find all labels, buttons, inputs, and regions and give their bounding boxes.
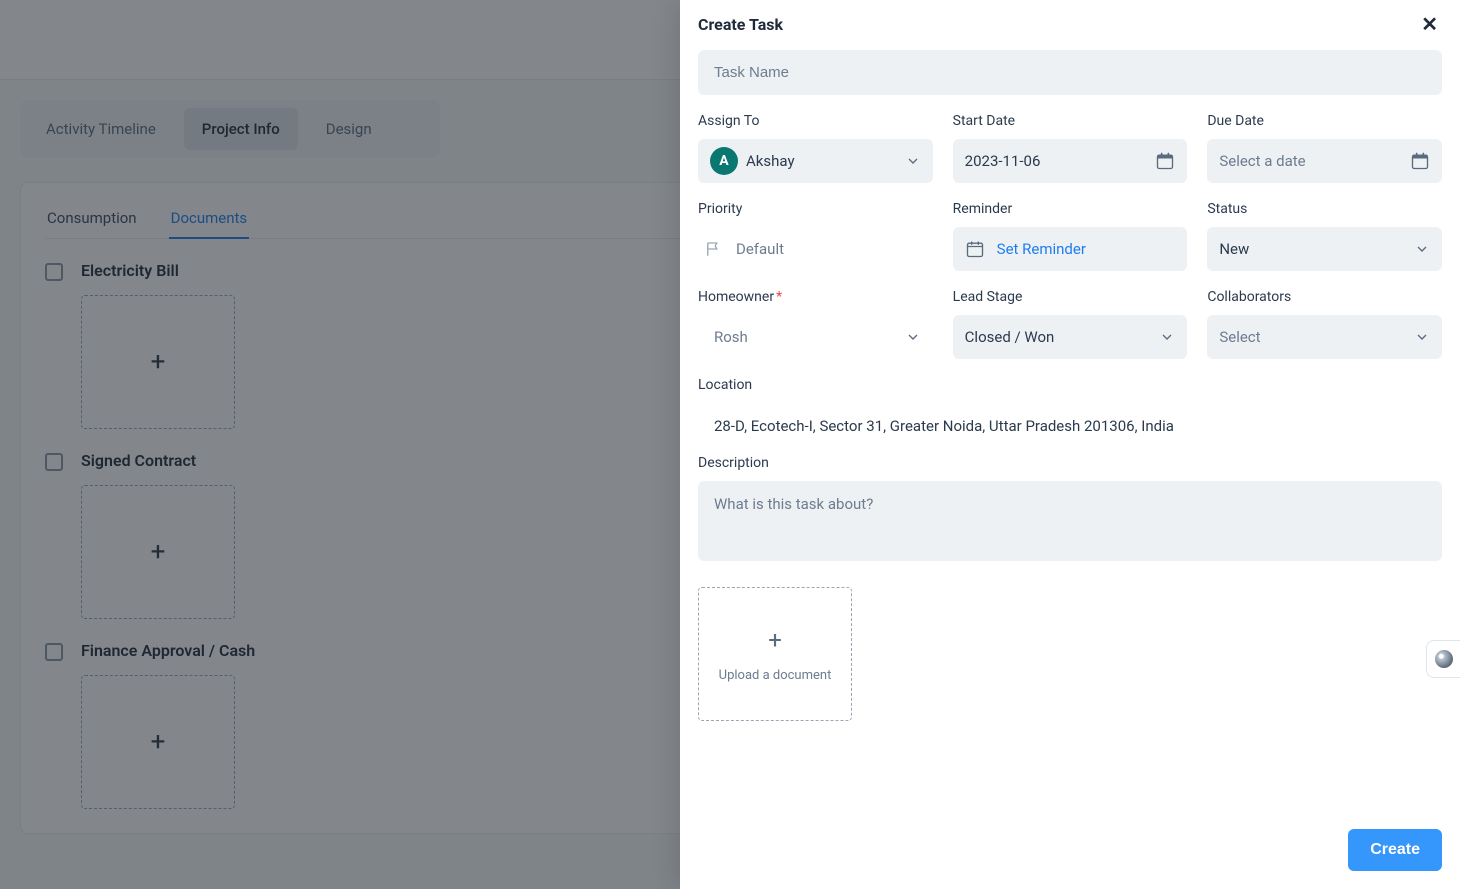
- status-select[interactable]: New: [1207, 227, 1442, 271]
- chevron-down-icon: [1414, 329, 1430, 345]
- label-start-date: Start Date: [953, 113, 1188, 129]
- start-date-input[interactable]: 2023-11-06: [953, 139, 1188, 183]
- avatar: A: [710, 147, 738, 175]
- label-description: Description: [698, 455, 1442, 471]
- location-value: 28-D, Ecotech-I, Sector 31, Greater Noid…: [698, 403, 1442, 435]
- create-button[interactable]: Create: [1348, 829, 1442, 871]
- label-collaborators: Collaborators: [1207, 289, 1442, 305]
- help-widget-bubble[interactable]: [1426, 640, 1460, 678]
- plus-icon: +: [768, 626, 782, 654]
- collaborators-select[interactable]: Select: [1207, 315, 1442, 359]
- calendar-icon: [1410, 151, 1430, 171]
- homeowner-select[interactable]: Rosh: [698, 315, 933, 359]
- status-value: New: [1219, 240, 1249, 258]
- label-priority: Priority: [698, 201, 933, 217]
- homeowner-value: Rosh: [714, 328, 748, 346]
- due-date-placeholder: Select a date: [1219, 152, 1305, 170]
- widget-dot-icon: [1435, 650, 1453, 668]
- collaborators-placeholder: Select: [1219, 328, 1260, 346]
- calendar-icon: [1155, 151, 1175, 171]
- calendar-icon: [965, 239, 985, 259]
- assignee-name: Akshay: [746, 152, 795, 170]
- upload-document-box[interactable]: + Upload a document: [698, 587, 852, 721]
- chevron-down-icon: [1159, 329, 1175, 345]
- assign-to-select[interactable]: A Akshay: [698, 139, 933, 183]
- label-due-date: Due Date: [1207, 113, 1442, 129]
- priority-select[interactable]: Default: [698, 227, 933, 271]
- required-asterisk: *: [776, 289, 782, 305]
- set-reminder-button[interactable]: Set Reminder: [953, 227, 1188, 271]
- label-lead-stage: Lead Stage: [953, 289, 1188, 305]
- chevron-down-icon: [1414, 241, 1430, 257]
- label-status: Status: [1207, 201, 1442, 217]
- create-task-drawer: Create Task ✕ Assign To A Akshay Start D…: [680, 0, 1460, 889]
- label-assign-to: Assign To: [698, 113, 933, 129]
- label-location: Location: [698, 377, 1442, 393]
- close-icon[interactable]: ✕: [1417, 10, 1442, 38]
- reminder-action-text: Set Reminder: [997, 240, 1086, 258]
- label-reminder: Reminder: [953, 201, 1188, 217]
- priority-value: Default: [736, 240, 784, 258]
- lead-stage-value: Closed / Won: [965, 328, 1055, 346]
- due-date-input[interactable]: Select a date: [1207, 139, 1442, 183]
- start-date-value: 2023-11-06: [965, 152, 1041, 170]
- flag-icon: [704, 240, 722, 258]
- label-homeowner: Homeowner*: [698, 289, 933, 305]
- chevron-down-icon: [905, 329, 921, 345]
- drawer-title: Create Task: [698, 15, 783, 34]
- chevron-down-icon: [905, 153, 921, 169]
- upload-label: Upload a document: [719, 668, 832, 683]
- lead-stage-select[interactable]: Closed / Won: [953, 315, 1188, 359]
- task-name-input[interactable]: [698, 50, 1442, 95]
- description-textarea[interactable]: [698, 481, 1442, 561]
